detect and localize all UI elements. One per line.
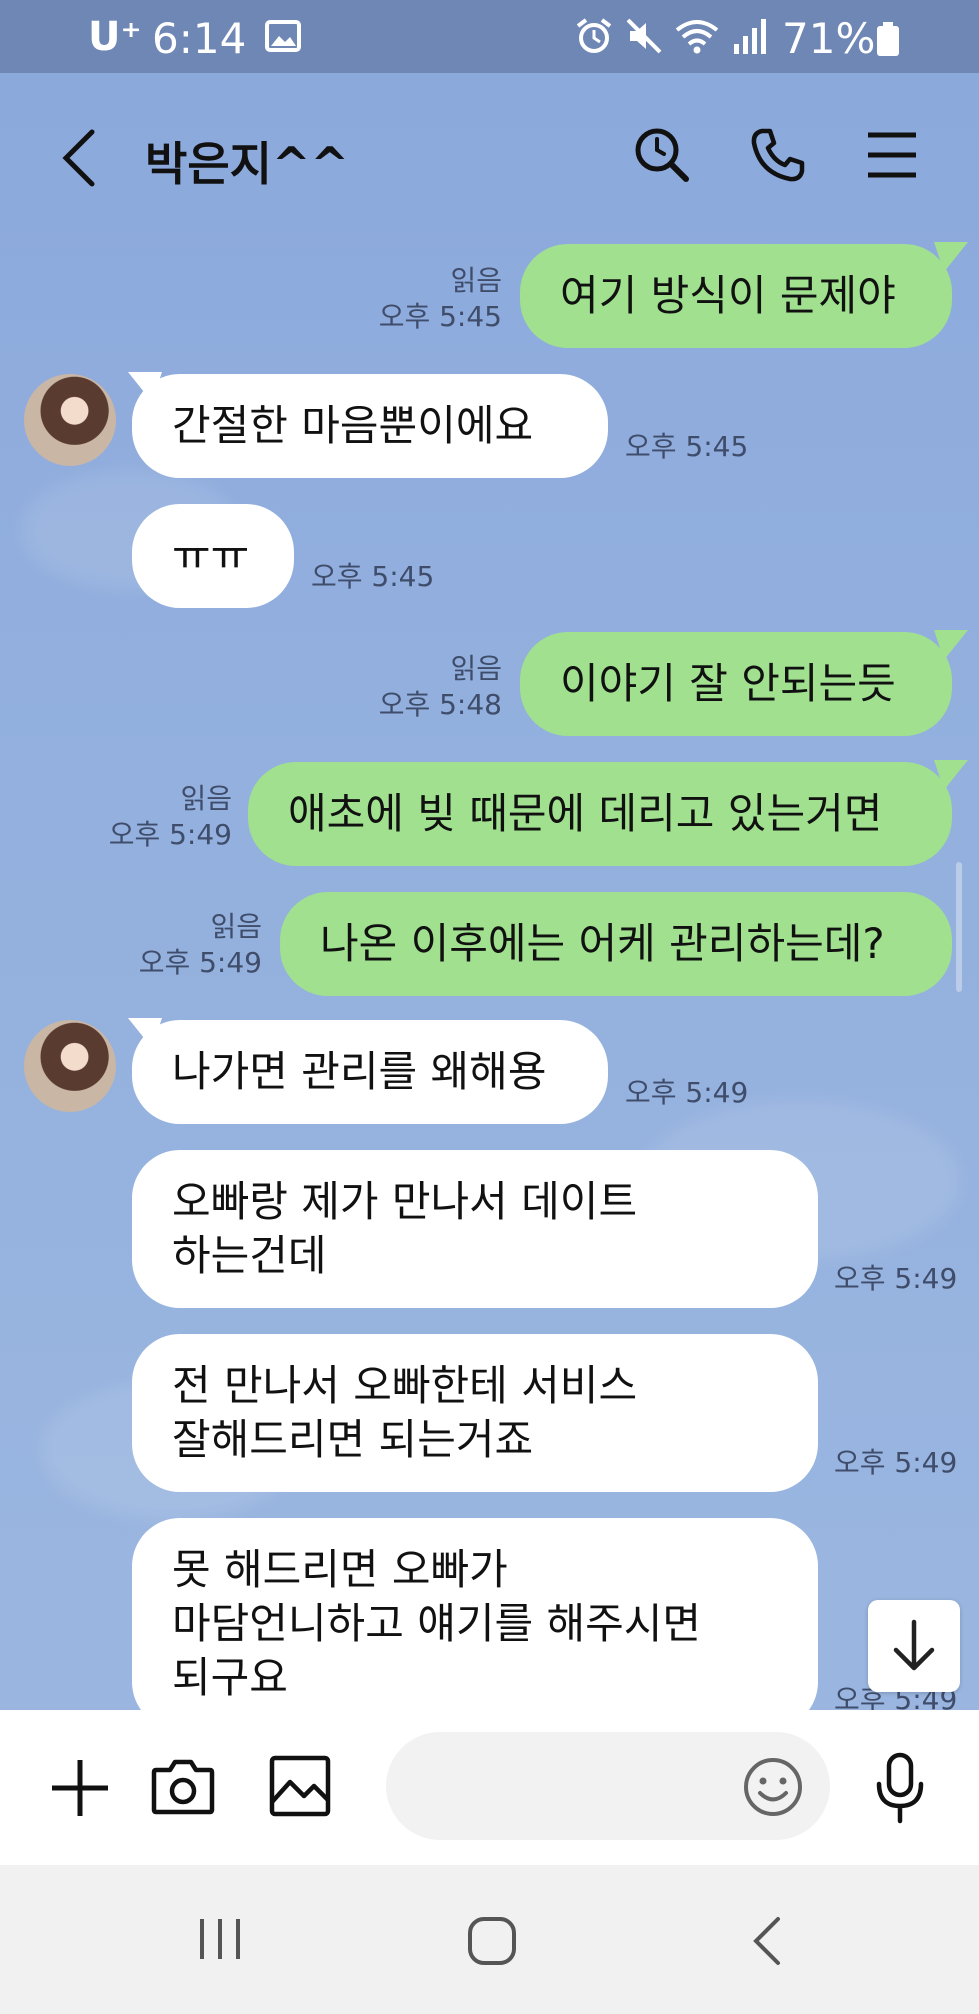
camera-icon[interactable] xyxy=(150,1754,216,1818)
search-icon[interactable] xyxy=(632,125,692,185)
message-text-line: 못 해드리면 오빠가 xyxy=(172,1545,508,1594)
nav-back-icon[interactable] xyxy=(750,1915,782,1967)
message-input-bar xyxy=(0,1710,979,1865)
recent-apps-icon[interactable] xyxy=(196,1915,244,1963)
message-bubble-outgoing[interactable]: 애초에 빚 때문에 데리고 있는거면 xyxy=(248,762,952,866)
message-text-line: 전 만나서 오빠한테 서비스 xyxy=(172,1361,638,1410)
message-bubble-incoming[interactable]: 전 만나서 오빠한테 서비스 잘해드리면 되는거죠 xyxy=(132,1334,818,1492)
message-time: 오후 5:49 xyxy=(108,818,232,851)
mute-icon xyxy=(626,18,662,54)
message-time: 오후 5:48 xyxy=(378,688,502,721)
scrollbar[interactable] xyxy=(956,862,962,992)
menu-icon[interactable] xyxy=(866,130,918,180)
message-bubble-outgoing[interactable]: 여기 방식이 문제야 xyxy=(520,244,952,348)
message-bubble-incoming[interactable]: 못 해드리면 오빠가 마담언니하고 얘기를 해주시면 되구요 xyxy=(132,1518,818,1730)
read-receipt: 읽음 xyxy=(450,652,502,685)
message-text: 간절한 마음뿐이에요 xyxy=(172,401,534,450)
message-text-line: 하는건데 xyxy=(172,1231,327,1280)
message-time: 오후 5:45 xyxy=(311,560,435,593)
battery-icon xyxy=(877,22,899,56)
message-text-line: 잘해드리면 되는거죠 xyxy=(172,1415,534,1464)
message-time: 오후 5:49 xyxy=(834,1446,958,1479)
message-bubble-outgoing[interactable]: 이야기 잘 안되는듯 xyxy=(520,632,952,736)
bubble-tail xyxy=(934,242,968,272)
system-icons xyxy=(574,16,770,56)
message-bubble-incoming[interactable]: 오빠랑 제가 만나서 데이트 하는건데 xyxy=(132,1150,818,1308)
avatar[interactable] xyxy=(24,374,116,466)
carrier-label: U⁺ xyxy=(88,14,142,60)
chat-header: 박은지^^ xyxy=(0,73,979,243)
system-navigation-bar xyxy=(0,1865,979,2014)
phone-call-icon[interactable] xyxy=(748,125,808,185)
message-bubble-incoming[interactable]: 나가면 관리를 왜해용 xyxy=(132,1020,608,1124)
status-time: 6:14 xyxy=(152,14,247,63)
message-time: 오후 5:49 xyxy=(834,1262,958,1295)
read-receipt: 읽음 xyxy=(210,910,262,943)
alarm-icon xyxy=(576,18,612,53)
wifi-icon xyxy=(675,20,719,54)
read-receipt: 읽음 xyxy=(450,264,502,297)
message-bubble-incoming[interactable]: 간절한 마음뿐이에요 xyxy=(132,374,608,478)
message-text: 애초에 빚 때문에 데리고 있는거면 xyxy=(288,789,883,838)
signal-icon xyxy=(734,19,766,54)
message-text: 이야기 잘 안되는듯 xyxy=(560,659,896,708)
status-bar: U⁺ 6:14 71% xyxy=(0,0,979,73)
bubble-tail xyxy=(934,630,968,660)
gallery-notification-icon xyxy=(265,20,301,52)
read-receipt: 읽음 xyxy=(180,782,232,815)
message-time: 오후 5:45 xyxy=(378,300,502,333)
message-bubble-incoming[interactable]: ㅠㅠ xyxy=(132,504,294,608)
emoji-icon[interactable] xyxy=(742,1756,804,1818)
scroll-to-bottom-button[interactable] xyxy=(868,1600,960,1692)
message-text: ㅠㅠ xyxy=(172,531,250,580)
arrow-down-icon xyxy=(893,1619,935,1671)
message-text: 나가면 관리를 왜해용 xyxy=(172,1047,547,1096)
avatar[interactable] xyxy=(24,1020,116,1112)
message-text-line: 마담언니하고 얘기를 해주시면 xyxy=(172,1599,702,1648)
message-time: 오후 5:45 xyxy=(625,430,749,463)
microphone-icon[interactable] xyxy=(874,1752,926,1824)
message-time: 오후 5:49 xyxy=(625,1076,749,1109)
chat-title: 박은지^^ xyxy=(145,137,350,191)
message-text: 여기 방식이 문제야 xyxy=(560,271,896,320)
message-time: 오후 5:49 xyxy=(138,946,262,979)
back-arrow-icon[interactable] xyxy=(60,128,100,188)
message-text-line: 되구요 xyxy=(172,1653,288,1702)
message-bubble-outgoing[interactable]: 나온 이후에는 어케 관리하는데? xyxy=(280,892,952,996)
image-icon[interactable] xyxy=(268,1754,332,1818)
bubble-tail xyxy=(934,760,968,790)
plus-icon[interactable] xyxy=(48,1756,112,1820)
message-text: 나온 이후에는 어케 관리하는데? xyxy=(320,919,885,968)
battery-percent: 71% xyxy=(782,14,876,63)
home-icon[interactable] xyxy=(466,1915,518,1967)
message-text-line: 오빠랑 제가 만나서 데이트 xyxy=(172,1177,638,1226)
